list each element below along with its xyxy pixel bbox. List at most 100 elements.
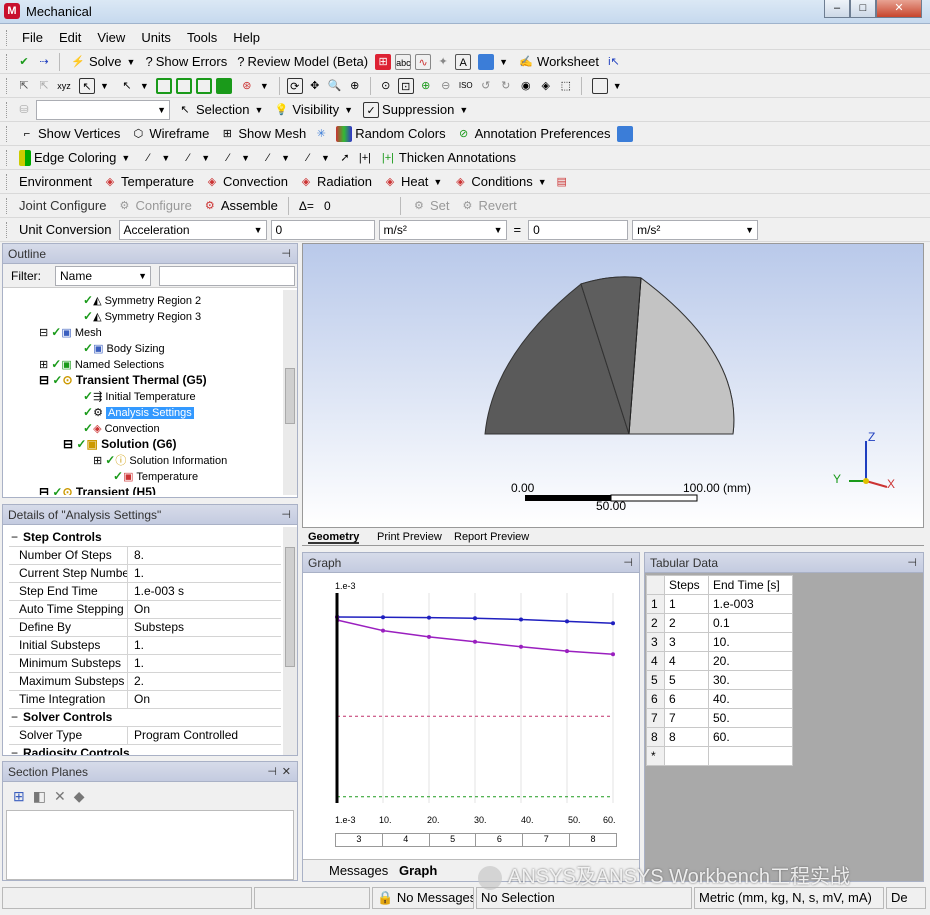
column-header[interactable]: Steps: [664, 575, 709, 595]
magnifier-icon[interactable]: ⊖: [438, 78, 454, 94]
suppression-dropdown[interactable]: ✓ Suppression ▼: [360, 100, 471, 120]
tab-messages[interactable]: Messages: [329, 863, 388, 878]
details-scrollbar[interactable]: [283, 527, 297, 755]
arrow-icon[interactable]: ➚: [337, 150, 353, 166]
tab-graph[interactable]: Graph: [399, 863, 437, 878]
select-type-button[interactable]: ↖ ▼: [116, 76, 152, 96]
unit2-combo[interactable]: m/s² ▼: [632, 219, 759, 240]
select-face-icon[interactable]: [195, 77, 212, 94]
pin-icon[interactable]: ⊣: [281, 247, 291, 260]
step-cell[interactable]: 4: [383, 834, 430, 846]
previous-view-icon[interactable]: ↺: [478, 78, 494, 94]
close-icon[interactable]: ✕: [282, 765, 291, 778]
detail-row[interactable]: Auto Time Stepping On: [9, 601, 281, 619]
visibility-dropdown[interactable]: 💡 Visibility ▼: [270, 100, 356, 120]
zoom-fit-icon[interactable]: ⊙: [378, 78, 394, 94]
graphics-viewport[interactable]: 0.00 100.00 (mm) 50.00 Z Y X: [302, 243, 924, 528]
transient-graph[interactable]: [303, 573, 639, 813]
zoom-box-icon[interactable]: ⊡: [397, 77, 414, 94]
pin-icon[interactable]: ⊣: [907, 556, 917, 569]
label-icon[interactable]: ◈: [538, 78, 554, 94]
conditions-dropdown[interactable]: ◈ Conditions ▼: [449, 172, 549, 192]
maximize-button[interactable]: □: [850, 0, 876, 18]
menu-tools[interactable]: Tools: [181, 30, 223, 45]
table-row[interactable]: 6 6 40.: [646, 689, 793, 709]
table-row[interactable]: 8 8 60.: [646, 727, 793, 747]
edge-style-2-button[interactable]: ⁄ ▼: [177, 148, 213, 168]
filter-combo[interactable]: Name ▼: [55, 266, 151, 286]
tag-icon[interactable]: ⬚: [558, 78, 574, 94]
table-row[interactable]: *: [646, 746, 793, 766]
show-errors-button[interactable]: ? Show Errors: [142, 52, 230, 72]
column-header[interactable]: End Time [s]: [708, 575, 793, 595]
radiosity-controls-section[interactable]: Radiosity Controls: [9, 745, 281, 755]
menu-file[interactable]: File: [16, 30, 49, 45]
table-row[interactable]: 2 2 0.1: [646, 613, 793, 633]
next-view-icon[interactable]: ↻: [498, 78, 514, 94]
pin-icon[interactable]: ⊣: [267, 765, 277, 778]
worksheet-button[interactable]: ✍ Worksheet: [515, 52, 602, 72]
step-cell[interactable]: 6: [476, 834, 524, 846]
step-controls-section[interactable]: Step Controls: [9, 529, 281, 547]
tree-item-transient[interactable]: ⊟ ✓⊙ Transient (H5): [39, 484, 156, 495]
named-selection-combo[interactable]: ▼: [36, 99, 170, 120]
edge-style-4-button[interactable]: ⁄ ▼: [257, 148, 293, 168]
tree-item-convection[interactable]: ✓◈ Convection: [83, 420, 160, 436]
detail-row[interactable]: Number Of Steps 8.: [9, 547, 281, 565]
detail-row[interactable]: Step End Time 1.e-003 s: [9, 583, 281, 601]
cube-icon[interactable]: [617, 125, 634, 142]
select-edge-icon[interactable]: [175, 77, 192, 94]
pin-icon[interactable]: ⊣: [623, 556, 633, 569]
context-help-icon[interactable]: i↖: [606, 54, 622, 70]
tree-item-transient-thermal[interactable]: ⊟ ✓⊙ Transient Thermal (G5): [39, 372, 207, 388]
box-zoom-icon[interactable]: ⊕: [347, 78, 363, 94]
edit-plane-icon[interactable]: ◧: [33, 788, 46, 805]
menu-edit[interactable]: Edit: [53, 30, 87, 45]
eye-icon[interactable]: ◉: [518, 78, 534, 94]
annotation-icon[interactable]: A: [455, 53, 472, 70]
step-cell[interactable]: 7: [523, 834, 571, 846]
assemble-button[interactable]: ⚙ Assemble: [199, 196, 281, 216]
table-row[interactable]: 1 1 1.e-003: [646, 594, 793, 614]
tree-item-symmetry-region-2[interactable]: ✓◭ Symmetry Region 2: [83, 292, 201, 308]
table-row[interactable]: 4 4 20.: [646, 651, 793, 671]
value1-input[interactable]: 0: [270, 219, 375, 240]
radiation-button[interactable]: ◈ Radiation: [295, 172, 375, 192]
value2-input[interactable]: 0: [528, 219, 629, 240]
commands-icon[interactable]: ▤: [554, 174, 570, 190]
menu-units[interactable]: Units: [135, 30, 177, 45]
section-planes-list[interactable]: [6, 810, 294, 880]
iso-view-icon[interactable]: ISO: [458, 78, 474, 94]
outline-scrollbar[interactable]: [283, 290, 297, 495]
chart-icon[interactable]: ∿: [415, 53, 432, 70]
step-cell[interactable]: 8: [570, 834, 616, 846]
quantity-combo[interactable]: Acceleration ▼: [118, 219, 267, 240]
tree-item-analysis-settings[interactable]: ✓⚙ Analysis Settings: [83, 404, 194, 420]
heat-dropdown[interactable]: ◈ Heat ▼: [379, 172, 445, 192]
plane-display-icon[interactable]: ◆: [74, 788, 85, 805]
show-mesh-button[interactable]: ⊞ Show Mesh: [216, 124, 309, 144]
detail-row[interactable]: Minimum Substeps 1.: [9, 655, 281, 673]
status-degrees[interactable]: De: [886, 887, 926, 909]
select-mode-button[interactable]: ↖ ▼: [76, 76, 112, 96]
viewport-layout-button[interactable]: ▼: [589, 76, 625, 96]
tree-item-named-selections[interactable]: ⊞ ✓▣ Named Selections: [39, 356, 164, 372]
checkmark-icon[interactable]: ✔: [16, 54, 32, 70]
delete-plane-icon[interactable]: ✕: [54, 788, 66, 805]
rotate-icon[interactable]: ⟳: [286, 77, 303, 94]
random-colors-button[interactable]: Random Colors: [333, 124, 448, 144]
wireframe-button[interactable]: ⬡ Wireframe: [127, 124, 212, 144]
geometry-model[interactable]: [303, 244, 924, 528]
select-vertex-icon[interactable]: [155, 77, 172, 94]
edge-style-1-button[interactable]: ⁄ ▼: [137, 148, 173, 168]
step-cell[interactable]: 3: [336, 834, 383, 846]
status-messages[interactable]: 🔒 No Messages: [372, 887, 474, 909]
table-row[interactable]: 3 3 10.: [646, 632, 793, 652]
detail-row[interactable]: Solver Type Program Controlled: [9, 727, 281, 745]
pin-icon[interactable]: ⊣: [281, 508, 291, 521]
review-model-button[interactable]: ? Review Model (Beta): [234, 52, 371, 72]
thicken-annotations-button[interactable]: |+| Thicken Annotations: [377, 148, 519, 168]
image-button[interactable]: ▼: [475, 52, 511, 72]
annotation-preferences-button[interactable]: ⊘ Annotation Preferences: [453, 124, 614, 144]
close-window-button[interactable]: ✕: [876, 0, 922, 18]
